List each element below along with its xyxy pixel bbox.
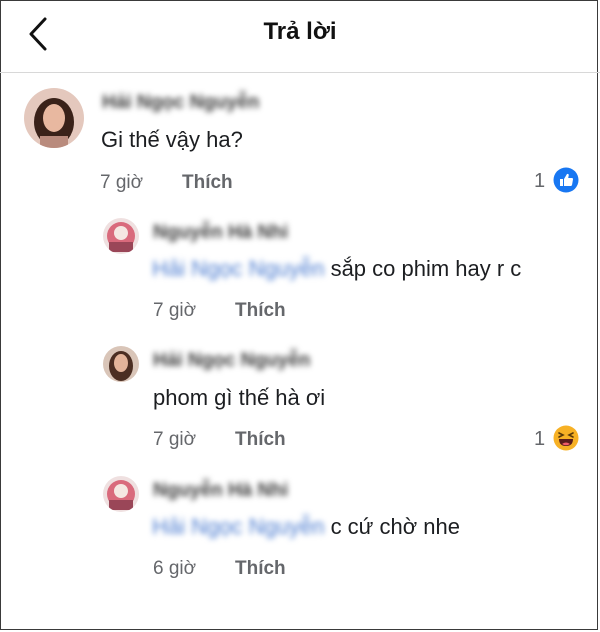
avatar-photo [103,476,139,512]
page-title: Trả lời [263,18,337,45]
header-bar: Trả lời [0,0,600,73]
reaction-count[interactable]: 1 [534,170,545,193]
comment-time: 7 giờ [153,429,197,450]
avatar[interactable] [24,88,84,148]
avatar[interactable] [103,218,139,254]
like-button[interactable]: Thích [235,429,286,451]
avatar[interactable] [103,476,139,512]
comment-author[interactable]: Nguyễn Hà Nhi [153,222,288,244]
like-button[interactable]: Thích [235,300,286,322]
mention-link[interactable]: Hải Ngọc Nguyễn [152,256,324,281]
comment-time: 7 giờ [153,300,197,321]
comment-text: Hải Ngọc Nguyễn c cứ chờ nhe [152,514,460,540]
avatar-photo [103,346,139,382]
comment-body: c cứ chờ nhe [330,514,460,539]
like-button[interactable]: Thích [235,558,286,580]
avatar-photo [24,88,84,148]
comment-text: Gi thế vậy ha? [101,127,243,152]
comment-time: 6 giờ [153,558,197,579]
avatar[interactable] [103,346,139,382]
mention-link[interactable]: Hải Ngọc Nguyễn [152,514,324,539]
comment-author[interactable]: Nguyễn Hà Nhi [153,480,288,502]
comment-author[interactable]: Hải Ngọc Nguyễn [153,350,310,372]
haha-reaction-icon[interactable] [553,425,579,451]
comment-author[interactable]: Hải Ngọc Nguyễn [102,92,259,114]
comment-time: 7 giờ [100,172,144,193]
comment-body: sắp co phim hay r c [330,256,522,281]
like-button[interactable]: Thích [182,172,233,194]
avatar-photo [103,218,139,254]
like-reaction-icon[interactable] [553,167,579,193]
reaction-count[interactable]: 1 [534,428,545,451]
comment-text: phom gì thế hà ơi [153,385,326,410]
comment-text: Hải Ngọc Nguyễn sắp co phim hay r c [152,256,521,282]
